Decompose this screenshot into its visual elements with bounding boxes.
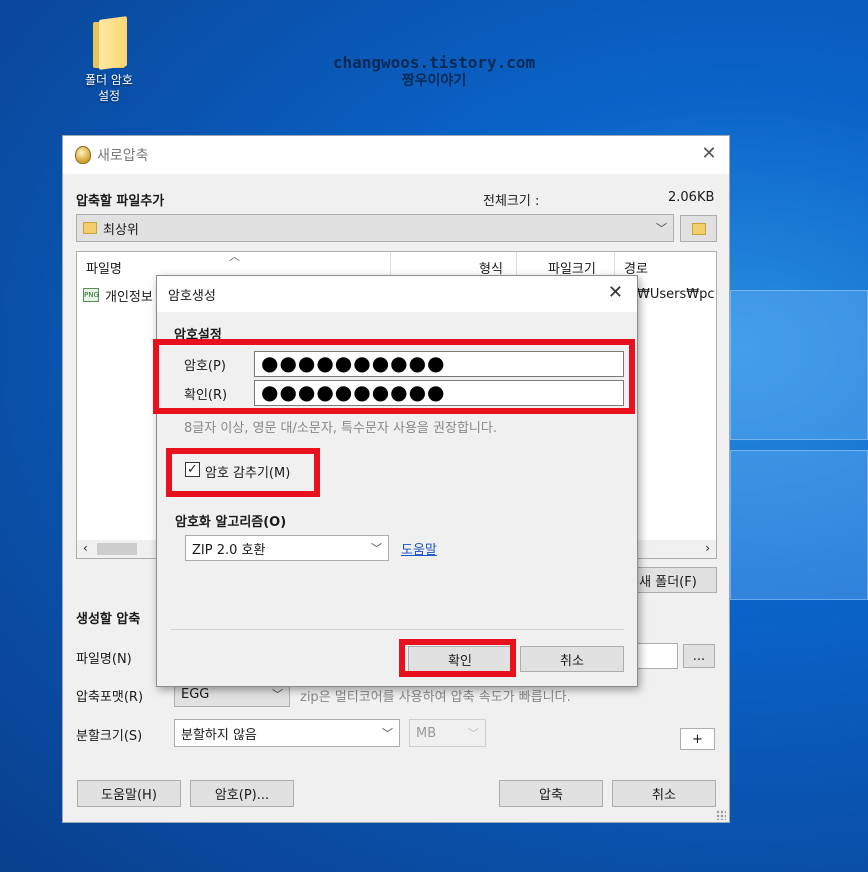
column-header-name[interactable]: 파일명 (86, 258, 122, 277)
folder-browse-button[interactable] (680, 215, 717, 242)
help-button[interactable]: 도움말(H) (77, 780, 181, 807)
new-folder-button-label: 새 폴더(F) (639, 574, 697, 590)
desktop-icon-label-line1: 폴더 암호 (85, 73, 133, 87)
dialog-title-bar: 암호생성 (157, 276, 637, 312)
windows-logo (720, 270, 868, 700)
resize-grip[interactable] (716, 810, 726, 820)
algorithm-dropdown[interactable]: ZIP 2.0 호환 ﹀ (185, 535, 389, 561)
split-label: 분할크기(S) (76, 729, 143, 744)
algorithm-help-link[interactable]: 도움말 (401, 539, 437, 558)
filename-label: 파일명(N) (76, 652, 132, 667)
browse-button-label: ... (692, 648, 706, 664)
scroll-left-icon[interactable]: ‹ (83, 541, 88, 555)
window-title: 새로압축 (97, 148, 149, 164)
total-size-value: 2.06KB (668, 190, 715, 205)
plus-button-label: + (692, 731, 703, 747)
dialog-cancel-label: 취소 (560, 653, 584, 669)
dialog-title: 암호생성 (168, 288, 216, 304)
split-size-dropdown[interactable]: 분할하지 않음 ﹀ (174, 719, 400, 747)
scroll-right-icon[interactable]: › (705, 541, 710, 555)
chevron-down-icon: ﹀ (371, 542, 382, 555)
split-unit-dropdown: MB ﹀ (409, 719, 486, 747)
algorithm-label: 암호화 알고리즘(O) (175, 515, 287, 530)
plus-button[interactable]: + (680, 728, 715, 750)
dialog-cancel-button[interactable]: 취소 (520, 646, 624, 672)
password-button[interactable]: 암호(P)... (190, 780, 294, 807)
highlight-password-fields (153, 339, 635, 414)
create-section-label: 생성할 압축 (76, 612, 141, 627)
format-hint: zip은 멀티코어를 사용하여 압축 속도가 빠릅니다. (300, 690, 571, 705)
algorithm-value: ZIP 2.0 호환 (192, 542, 266, 558)
open-folder-icon (691, 222, 706, 235)
dialog-separator (171, 629, 624, 630)
format-value: EGG (181, 686, 210, 702)
folder-icon (89, 16, 129, 70)
chevron-down-icon: ﹀ (382, 727, 393, 740)
split-unit-value: MB (416, 725, 437, 741)
dialog-close-icon[interactable]: ✕ (608, 282, 623, 303)
scrollbar-thumb[interactable] (97, 543, 137, 555)
close-icon[interactable]: ✕ (699, 144, 719, 164)
chevron-down-icon: ﹀ (272, 688, 283, 701)
highlight-ok-button (399, 639, 516, 677)
help-button-label: 도움말(H) (101, 788, 157, 803)
watermark-url: changwoos.tistory.com (332, 53, 536, 72)
file-row-name[interactable]: 개인정보 (105, 286, 153, 305)
format-label: 압축포맷(R) (76, 690, 144, 705)
file-icon: PNG (83, 288, 99, 302)
folder-icon (83, 222, 97, 234)
compress-button[interactable]: 압축 (499, 780, 603, 807)
highlight-hide-checkbox (166, 448, 320, 497)
sort-arrow-icon: ︿ (229, 250, 240, 263)
add-files-label: 압축할 파일추가 (76, 194, 165, 209)
desktop-folder-icon[interactable]: 폴더 암호 설정 (70, 16, 148, 104)
title-bar: 새로압축 ✕ (63, 136, 729, 174)
compress-button-label: 압축 (539, 788, 563, 803)
location-dropdown[interactable]: 최상위 ﹀ (76, 214, 674, 242)
desktop-icon-label-line2: 설정 (97, 89, 121, 103)
password-hint: 8글자 이상, 영문 대/소문자, 특수문자 사용을 권장합니다. (184, 421, 497, 436)
password-button-label: 암호(P)... (214, 788, 270, 803)
total-size-label: 전체크기 : (483, 194, 540, 209)
watermark: changwoos.tistory.com 짱우이야기 (300, 54, 568, 90)
watermark-title: 짱우이야기 (401, 73, 467, 89)
app-icon (75, 146, 91, 164)
location-value: 최상위 (103, 222, 139, 238)
split-size-value: 분할하지 않음 (181, 727, 257, 743)
filename-browse-button[interactable]: ... (683, 644, 715, 668)
cancel-button[interactable]: 취소 (612, 780, 716, 807)
chevron-down-icon: ﹀ (468, 727, 479, 740)
file-row-path: ₩Users₩pc₩ (637, 287, 715, 302)
cancel-button-label: 취소 (652, 788, 676, 803)
chevron-down-icon: ﹀ (656, 222, 667, 235)
